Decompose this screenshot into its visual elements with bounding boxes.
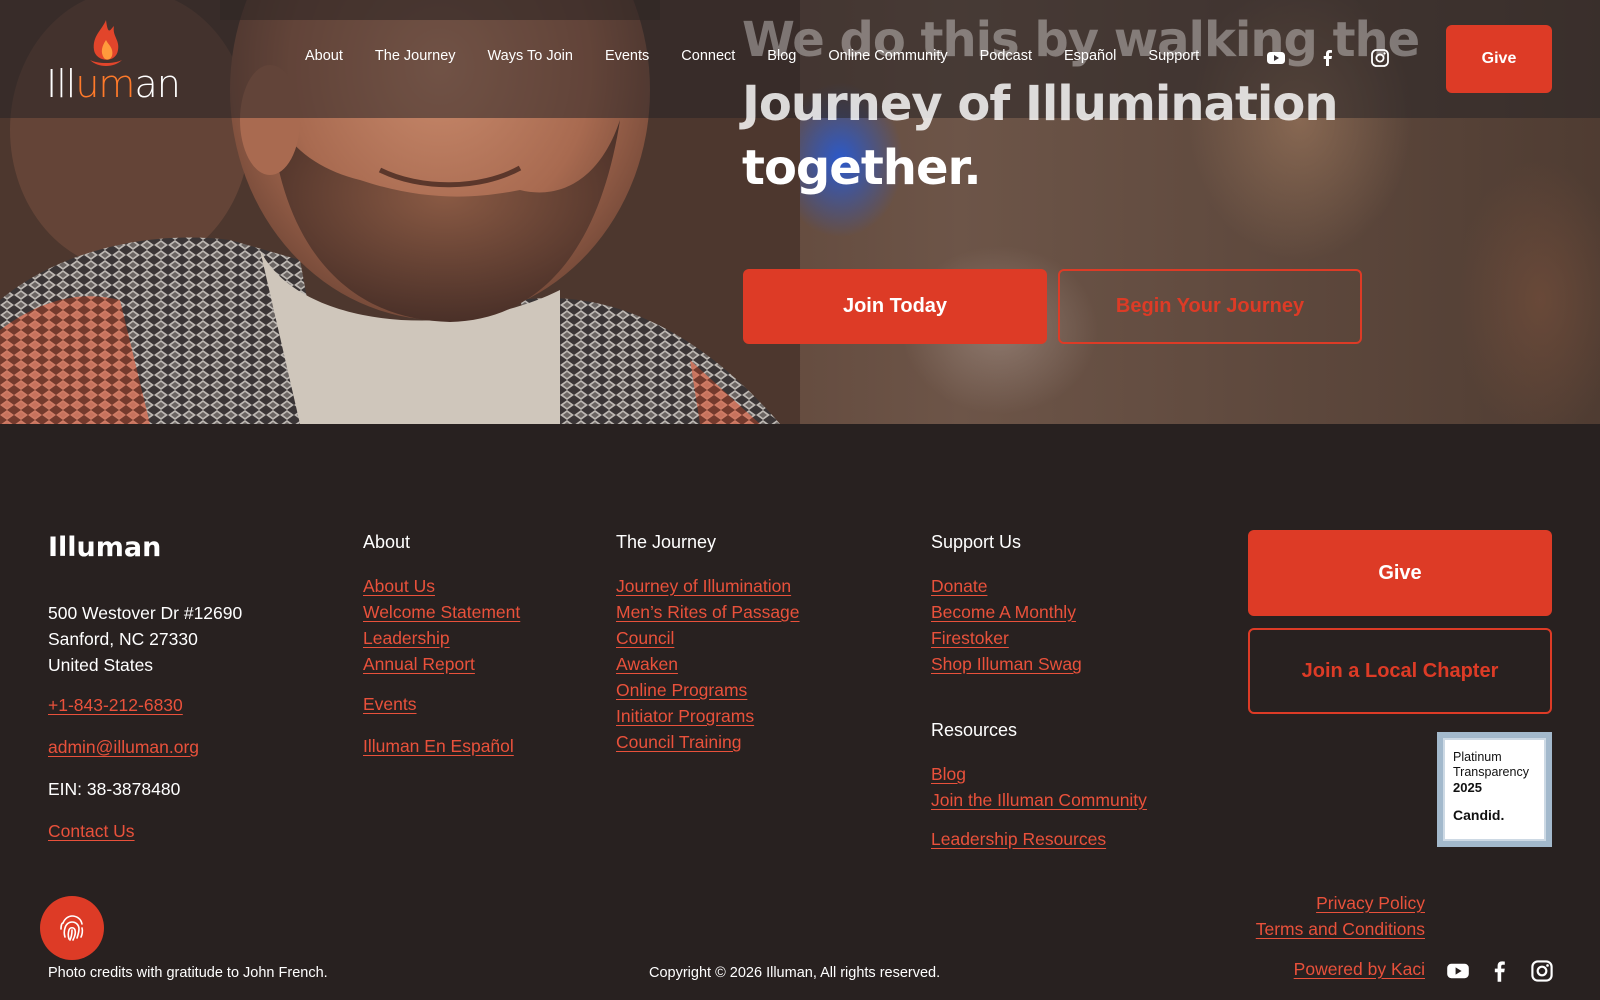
- legal-links: Privacy Policy Terms and Conditions: [1256, 890, 1425, 942]
- leadership-resources-link[interactable]: Leadership Resources: [931, 829, 1106, 850]
- seal-line-2: Transparency: [1453, 765, 1529, 779]
- address-line-1: 500 Westover Dr #12690: [48, 603, 243, 623]
- join-today-button[interactable]: Join Today: [743, 269, 1047, 344]
- site-logo[interactable]: Illuman: [46, 18, 181, 106]
- privacy-policy-link[interactable]: Privacy Policy: [1256, 890, 1425, 916]
- welcome-statement-link[interactable]: Welcome Statement: [363, 599, 520, 625]
- mens-rites-link[interactable]: Men’s Rites of Passage: [616, 599, 800, 625]
- about-links: About Us Welcome Statement Leadership An…: [363, 573, 520, 677]
- fingerprint-icon: [60, 915, 84, 941]
- header-give-button[interactable]: Give: [1446, 25, 1552, 93]
- about-us-link[interactable]: About Us: [363, 573, 520, 599]
- photo-credits: Photo credits with gratitude to John Fre…: [48, 965, 328, 981]
- nav-about[interactable]: About: [305, 48, 343, 64]
- candid-transparency-seal[interactable]: Platinum Transparency 2025 Candid.: [1437, 732, 1552, 847]
- headline-line-3: together.: [742, 140, 982, 196]
- powered-by-link[interactable]: Powered by Kaci: [1294, 959, 1425, 980]
- nav-blog[interactable]: Blog: [767, 48, 796, 64]
- footer-address: 500 Westover Dr #12690 Sanford, NC 27330…: [48, 600, 242, 678]
- join-local-chapter-button[interactable]: Join a Local Chapter: [1248, 628, 1552, 714]
- begin-journey-button[interactable]: Begin Your Journey: [1058, 269, 1362, 344]
- initiator-programs-link[interactable]: Initiator Programs: [616, 703, 800, 729]
- council-link[interactable]: Council: [616, 625, 800, 651]
- nav-support[interactable]: Support: [1148, 48, 1199, 64]
- nav-connect[interactable]: Connect: [681, 48, 735, 64]
- accessibility-widget-button[interactable]: [40, 896, 104, 960]
- address-line-2: Sanford, NC 27330: [48, 629, 198, 649]
- council-training-link[interactable]: Council Training: [616, 729, 800, 755]
- nav-online-community[interactable]: Online Community: [828, 48, 947, 64]
- about-heading: About: [363, 532, 411, 552]
- instagram-icon[interactable]: [1530, 959, 1554, 983]
- headline-line-2: Journey of Illumination: [742, 76, 1339, 132]
- header-social: [1266, 48, 1390, 68]
- become-monthly-link[interactable]: Become A Monthly: [931, 599, 1082, 625]
- resources-links: Blog Join the Illuman Community: [931, 761, 1147, 813]
- hero-headline: We do this by walking the Journey of Ill…: [742, 8, 1422, 200]
- resources-heading: Resources: [931, 720, 1018, 740]
- firestoker-link[interactable]: Firestoker: [931, 625, 1082, 651]
- online-programs-link[interactable]: Online Programs: [616, 677, 800, 703]
- nav-podcast[interactable]: Podcast: [980, 48, 1032, 64]
- seal-line-1: Platinum: [1453, 750, 1502, 764]
- terms-link[interactable]: Terms and Conditions: [1256, 916, 1425, 942]
- events-link[interactable]: Events: [363, 694, 417, 715]
- instagram-icon[interactable]: [1370, 48, 1390, 68]
- footer-give-button[interactable]: Give: [1248, 530, 1552, 616]
- main-nav: About The Journey Ways To Join Events Co…: [305, 48, 1231, 64]
- join-community-link[interactable]: Join the Illuman Community: [931, 787, 1147, 813]
- seal-year: 2025: [1453, 780, 1482, 795]
- nav-the-journey[interactable]: The Journey: [375, 48, 456, 64]
- contact-us-link[interactable]: Contact Us: [48, 821, 135, 842]
- phone-link[interactable]: +1-843-212-6830: [48, 695, 183, 716]
- ein-text: EIN: 38-3878480: [48, 779, 181, 799]
- journey-links: Journey of Illumination Men’s Rites of P…: [616, 573, 800, 755]
- youtube-icon[interactable]: [1446, 959, 1470, 983]
- youtube-icon[interactable]: [1266, 48, 1286, 68]
- footer-social: [1446, 959, 1554, 983]
- annual-report-link[interactable]: Annual Report: [363, 651, 520, 677]
- support-heading: Support Us: [931, 532, 1022, 552]
- seal-brand: Candid.: [1453, 807, 1505, 823]
- copyright: Copyright © 2026 Illuman, All rights res…: [649, 965, 941, 981]
- logo-wordmark: Illuman: [46, 62, 181, 106]
- journey-heading: The Journey: [616, 532, 717, 552]
- illuman-espanol-link[interactable]: Illuman En Español: [363, 736, 514, 757]
- address-line-3: United States: [48, 655, 154, 675]
- leadership-link[interactable]: Leadership: [363, 625, 520, 651]
- nav-events[interactable]: Events: [605, 48, 649, 64]
- seal-card: Platinum Transparency 2025 Candid.: [1443, 738, 1546, 841]
- email-link[interactable]: admin@illuman.org: [48, 737, 199, 758]
- footer-brand: Illuman: [48, 532, 162, 563]
- nav-ways-to-join[interactable]: Ways To Join: [488, 48, 573, 64]
- donate-link[interactable]: Donate: [931, 573, 1082, 599]
- facebook-icon[interactable]: [1318, 48, 1338, 68]
- awaken-link[interactable]: Awaken: [616, 651, 800, 677]
- journey-of-illumination-link[interactable]: Journey of Illumination: [616, 573, 800, 599]
- support-links: Donate Become A Monthly Firestoker Shop …: [931, 573, 1082, 677]
- blog-link[interactable]: Blog: [931, 761, 1147, 787]
- facebook-icon[interactable]: [1488, 959, 1512, 983]
- nav-espanol[interactable]: Español: [1064, 48, 1116, 64]
- shop-swag-link[interactable]: Shop Illuman Swag: [931, 651, 1082, 677]
